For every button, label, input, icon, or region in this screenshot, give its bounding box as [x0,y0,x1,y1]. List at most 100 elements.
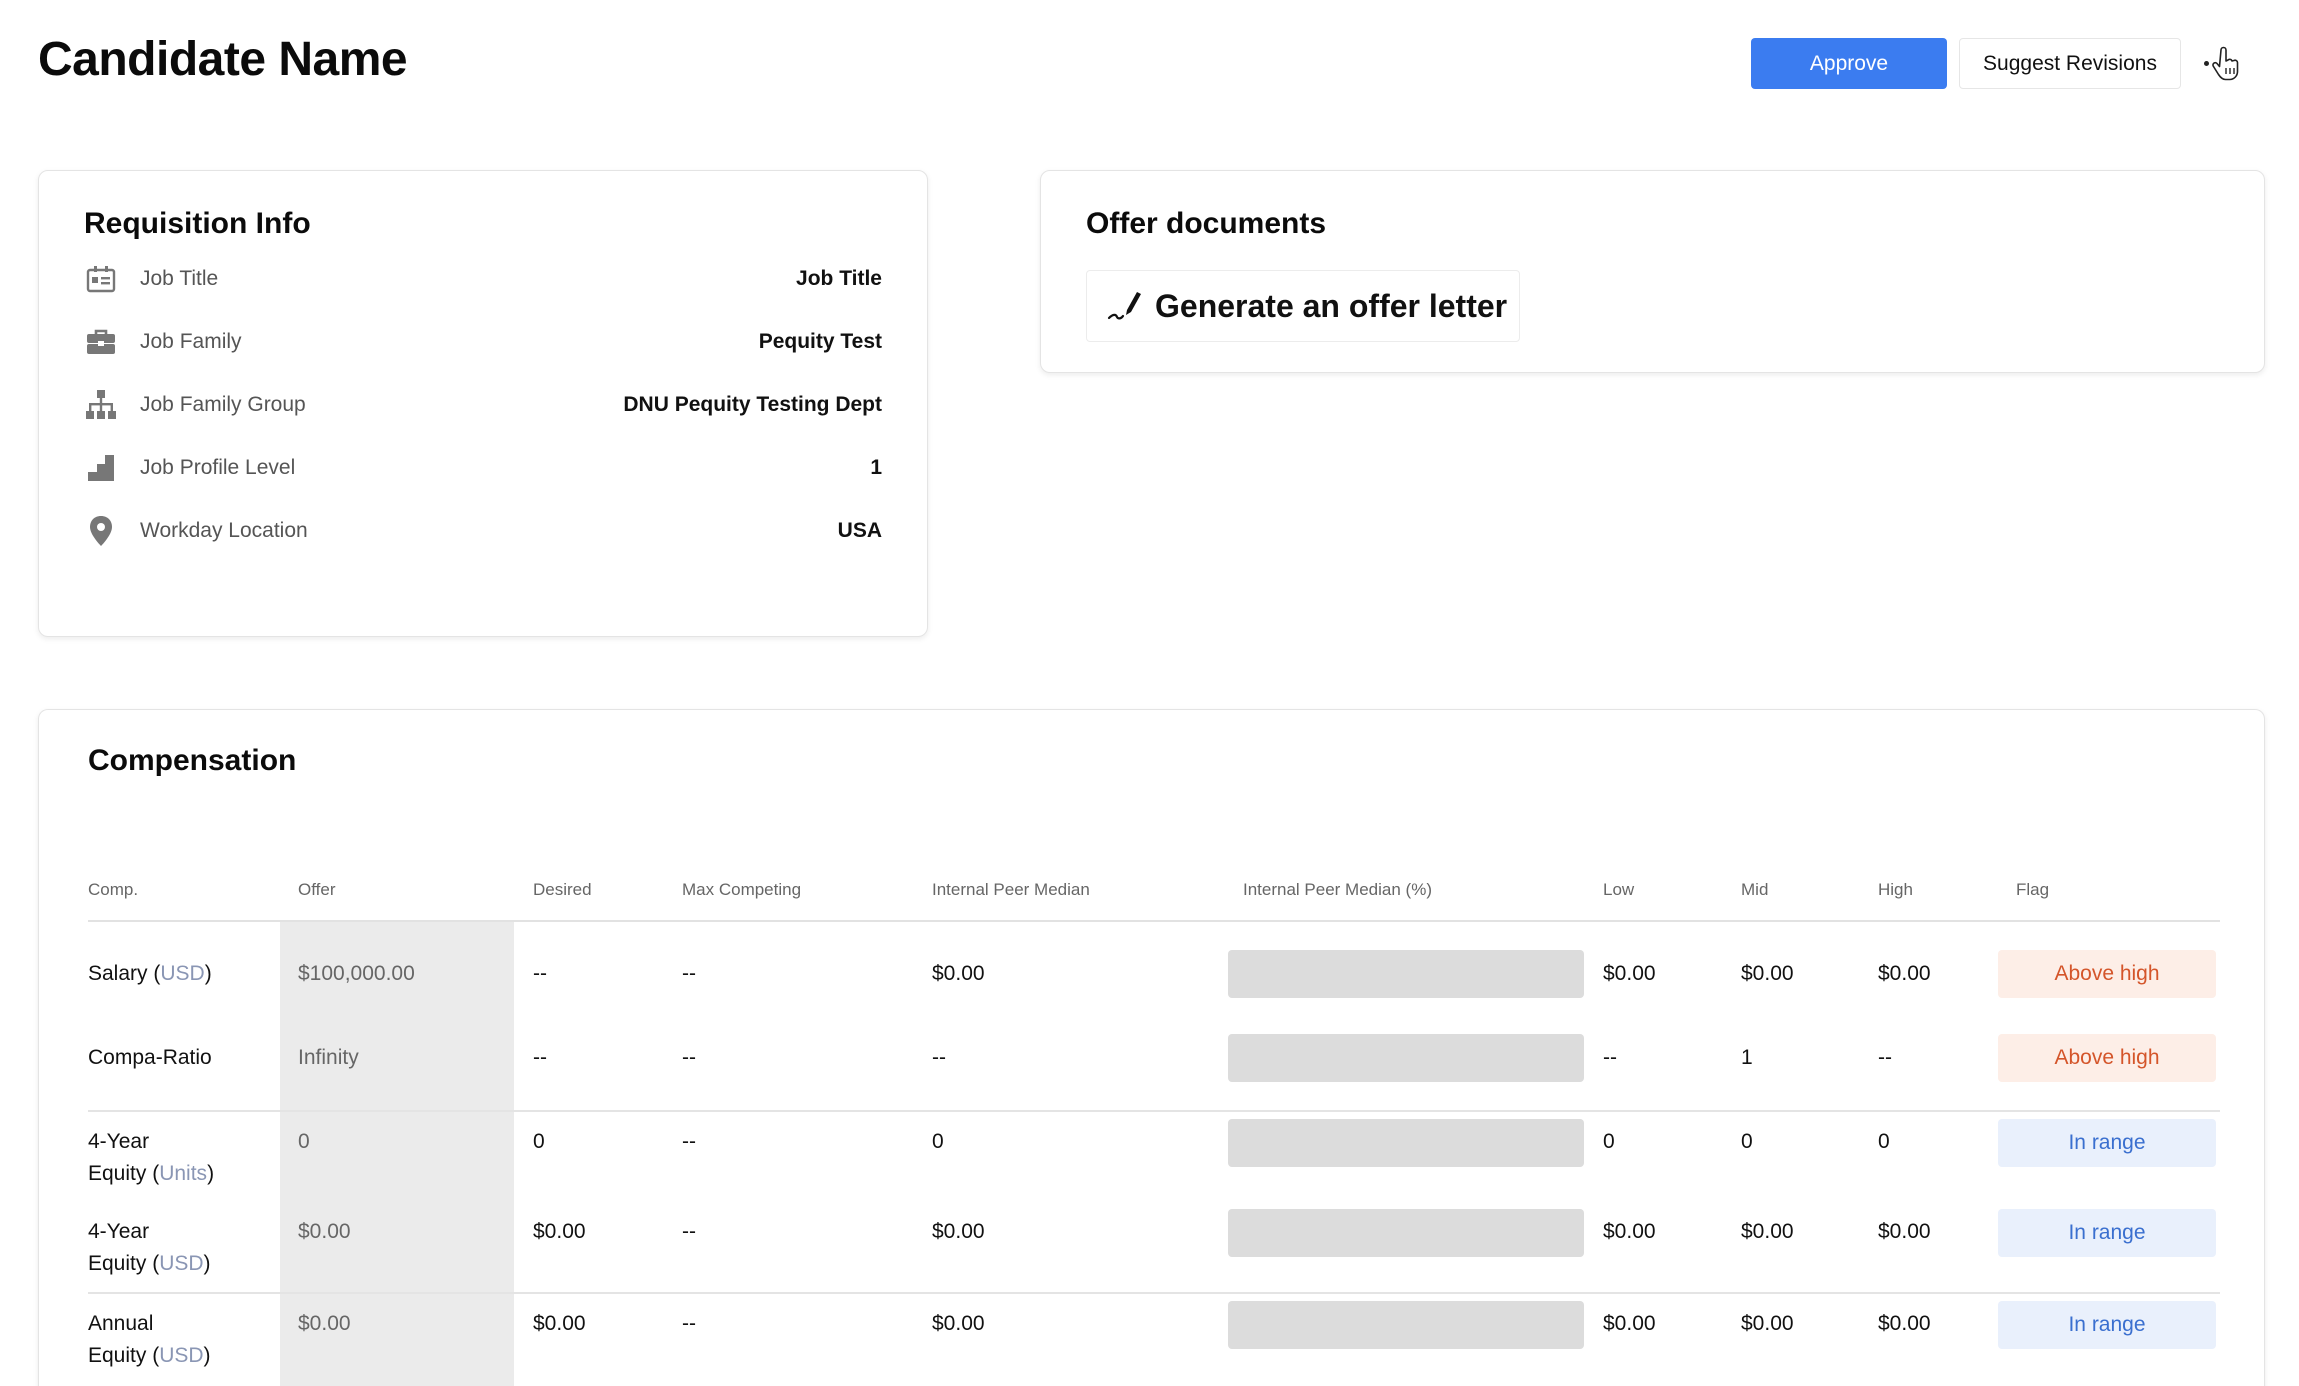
unit-label: Units [159,1162,208,1185]
compensation-card: Compensation Comp. Offer Desired Max Com… [38,709,2265,1386]
header-actions: Approve Suggest Revisions [1751,38,2241,89]
req-value: Pequity Test [758,330,882,353]
req-label: Job Profile Level [140,456,296,479]
comp-name-line2: Equity (USD) [88,1252,211,1275]
requisition-info-title: Requisition Info [84,207,311,240]
peer-median-value: 0 [932,1130,944,1153]
mid-value: 0 [1741,1130,1753,1153]
peer-median-pct-bar [1228,1301,1584,1349]
more-dot-icon [2203,61,2209,66]
flag-badge: Above high [1998,1034,2216,1082]
req-row-workday-location: Workday Location USA [84,511,882,551]
desired-value: $0.00 [533,1312,586,1335]
flag-badge: In range [1998,1119,2216,1167]
req-value: DNU Pequity Testing Dept [623,393,882,416]
req-label: Job Family [140,330,242,353]
column-header-internal-peer-median-pct: Internal Peer Median (%) [1243,880,1432,899]
desired-value: $0.00 [533,1220,586,1243]
mid-value: $0.00 [1741,1220,1794,1243]
peer-median-pct-bar [1228,1119,1584,1167]
low-value: $0.00 [1603,1312,1656,1335]
comp-name-line1: Annual [88,1312,154,1335]
req-row-job-title: Job Title Job Title [84,259,882,299]
location-pin-icon [84,514,118,548]
comp-name-line2: Equity (USD) [88,1344,211,1367]
high-value: -- [1878,1046,1892,1069]
offer-value: 0 [298,1130,310,1153]
low-value: $0.00 [1603,962,1656,985]
column-header-internal-peer-median: Internal Peer Median [932,880,1090,899]
generate-offer-letter-label: Generate an offer letter [1155,287,1508,324]
peer-median-pct-bar [1228,1034,1584,1082]
column-header-offer: Offer [298,880,336,899]
column-header-desired: Desired [533,880,592,899]
max-competing-value: -- [682,962,696,985]
req-label: Job Title [140,267,219,290]
flag-badge: In range [1998,1209,2216,1257]
comp-name: Salary (USD) [88,962,212,985]
flag-badge: In range [1998,1301,2216,1349]
unit-label: USD [159,1344,204,1367]
unit-label: USD [160,962,205,985]
high-value: $0.00 [1878,962,1931,985]
low-value: $0.00 [1603,1220,1656,1243]
max-competing-value: -- [682,1220,696,1243]
row-group-divider [88,1110,2220,1112]
high-value: $0.00 [1878,1220,1931,1243]
desired-value: -- [533,962,547,985]
offer-value: $100,000.00 [298,962,415,985]
comp-name-line2: Equity (Units) [88,1162,215,1185]
max-competing-value: -- [682,1312,696,1335]
more-options-button[interactable] [2199,38,2241,89]
req-label: Job Family Group [140,393,306,416]
desired-value: 0 [533,1130,545,1153]
max-competing-value: -- [682,1130,696,1153]
req-label: Workday Location [140,519,308,542]
column-header-high: High [1878,880,1913,899]
compensation-title: Compensation [88,744,297,777]
low-value: -- [1603,1046,1617,1069]
offer-value: $0.00 [298,1220,351,1243]
mid-value: 1 [1741,1046,1753,1069]
high-value: 0 [1878,1130,1890,1153]
comp-name-line1: 4-Year [88,1220,150,1243]
flag-badge: Above high [1998,950,2216,998]
offer-value: Infinity [298,1046,359,1069]
peer-median-value: $0.00 [932,962,985,985]
req-value: 1 [870,456,882,479]
req-value: Job Title [796,267,882,290]
comp-name-line1: 4-Year [88,1130,150,1153]
generate-offer-letter-button[interactable]: Generate an offer letter [1086,270,1520,342]
desired-value: -- [533,1046,547,1069]
briefcase-icon [84,325,118,359]
req-row-job-family-group: Job Family Group DNU Pequity Testing Dep… [84,385,882,425]
column-header-mid: Mid [1741,880,1769,899]
column-header-flag: Flag [2016,880,2050,899]
offer-documents-card: Offer documents Generate an offer letter [1040,170,2265,373]
suggest-revisions-button[interactable]: Suggest Revisions [1959,38,2181,89]
peer-median-pct-bar [1228,950,1584,998]
peer-median-value: $0.00 [932,1220,985,1243]
req-row-job-family: Job Family Pequity Test [84,322,882,362]
column-header-max-competing: Max Competing [682,880,802,899]
mid-value: $0.00 [1741,962,1794,985]
level-steps-icon [84,451,118,485]
req-row-job-profile-level: Job Profile Level 1 [84,448,882,488]
low-value: 0 [1603,1130,1615,1153]
peer-median-value: -- [932,1046,946,1069]
unit-label: USD [159,1252,204,1275]
peer-median-value: $0.00 [932,1312,985,1335]
approve-button[interactable]: Approve [1751,38,1947,89]
column-header-comp: Comp. [88,880,139,899]
column-header-low: Low [1603,880,1635,899]
pen-signature-icon [1107,292,1141,320]
mid-value: $0.00 [1741,1312,1794,1335]
row-group-divider [88,1292,2220,1294]
req-value: USA [837,519,882,542]
max-competing-value: -- [682,1046,696,1069]
org-chart-icon [84,388,118,422]
peer-median-pct-bar [1228,1209,1584,1257]
page-title: Candidate Name [38,33,408,86]
requisition-info-card: Requisition Info Job Title Job Title Job… [38,170,928,637]
high-value: $0.00 [1878,1312,1931,1335]
